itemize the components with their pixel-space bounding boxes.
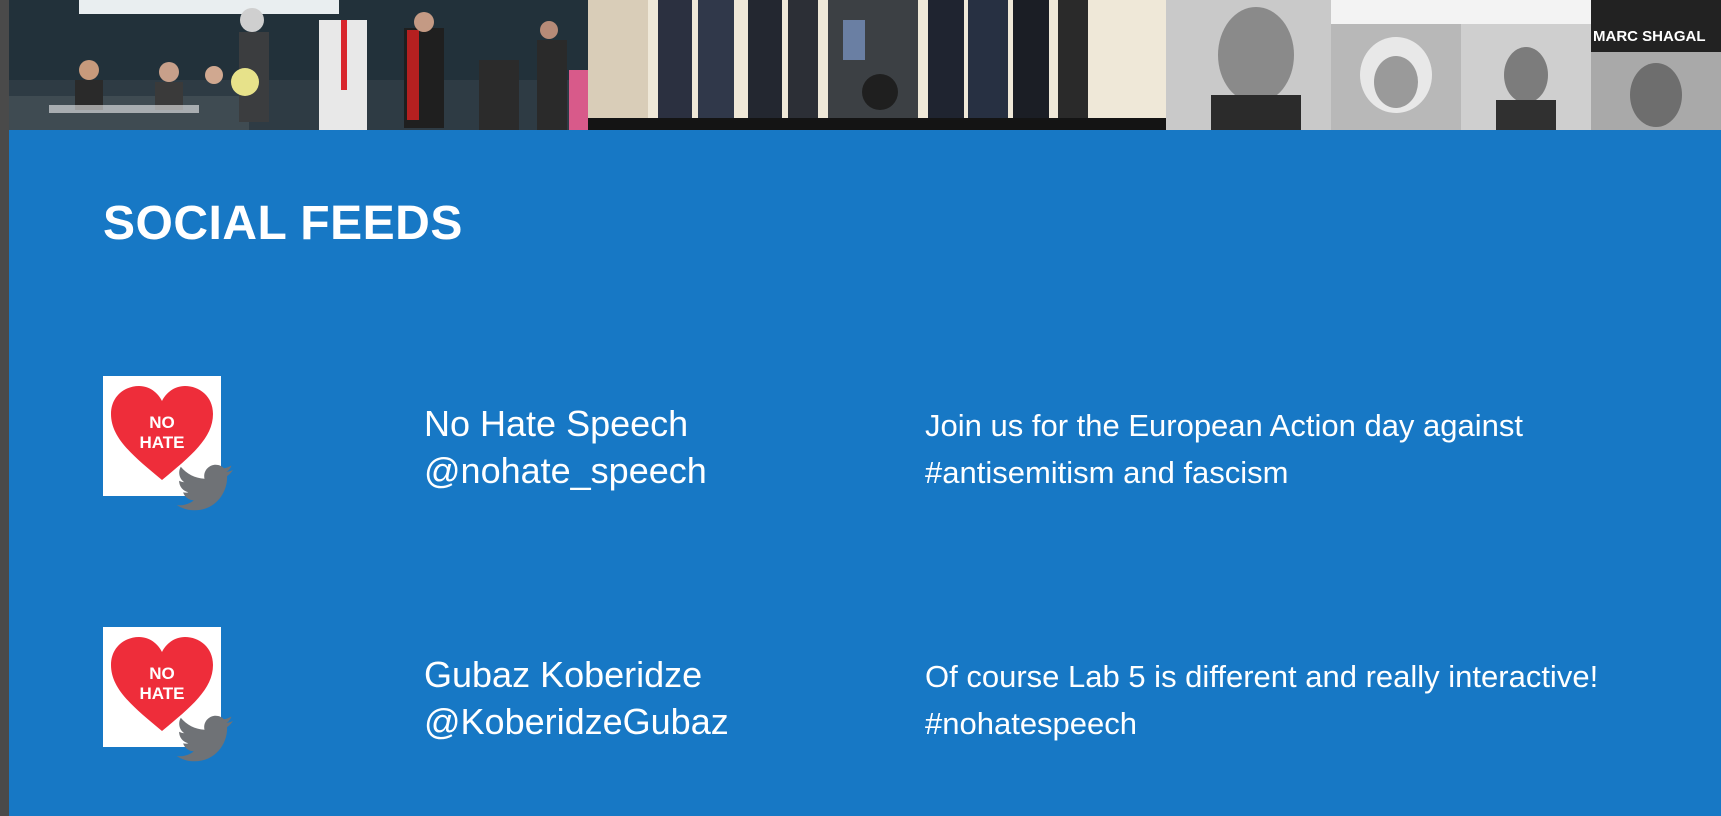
feed-post-line: Of course Lab 5 is different and really …	[925, 659, 1599, 694]
feed-user-handle[interactable]: @KoberidzeGubaz	[424, 698, 894, 745]
feed-post-hashtag-line[interactable]: #nohatespeech	[925, 700, 1705, 747]
twitter-icon[interactable]	[176, 464, 235, 512]
photo-strip: MARC SHAGAL	[9, 0, 1721, 130]
feed-item: NO HATE Gubaz Koberidze @KoberidzeGubaz …	[9, 627, 1721, 787]
photo-caption: MARC SHAGAL	[1593, 28, 1706, 45]
avatar-text-1: NO	[149, 413, 175, 432]
feed-post-hashtag-line[interactable]: #antisemitism and fascism	[925, 449, 1705, 496]
feed-post-line: Join us for the European Action day agai…	[925, 408, 1524, 443]
feed-item: NO HATE No Hate Speech @nohate_speech Jo…	[9, 376, 1721, 536]
twitter-icon[interactable]	[176, 715, 235, 763]
photo-portraits[interactable]: MARC SHAGAL	[1166, 0, 1721, 130]
social-feeds-page: MARC SHAGAL SOCIAL FEEDS NO HATE No Hate…	[9, 0, 1721, 816]
avatar-text-1: NO	[149, 664, 175, 683]
feed-post-text: Join us for the European Action day agai…	[925, 402, 1705, 496]
feed-user-name[interactable]: No Hate Speech	[424, 400, 894, 447]
feed-post-text: Of course Lab 5 is different and really …	[925, 653, 1705, 747]
page-left-edge	[0, 0, 9, 816]
feed-user: Gubaz Koberidze @KoberidzeGubaz	[424, 651, 894, 745]
photo-group[interactable]	[588, 0, 1166, 130]
feed-user-handle[interactable]: @nohate_speech	[424, 447, 894, 494]
page-title: SOCIAL FEEDS	[103, 197, 463, 250]
avatar-text-2: HATE	[139, 684, 184, 703]
photo-conference[interactable]	[9, 0, 588, 130]
avatar-text-2: HATE	[139, 433, 184, 452]
feed-user-name[interactable]: Gubaz Koberidze	[424, 651, 894, 698]
feed-user: No Hate Speech @nohate_speech	[424, 400, 894, 494]
